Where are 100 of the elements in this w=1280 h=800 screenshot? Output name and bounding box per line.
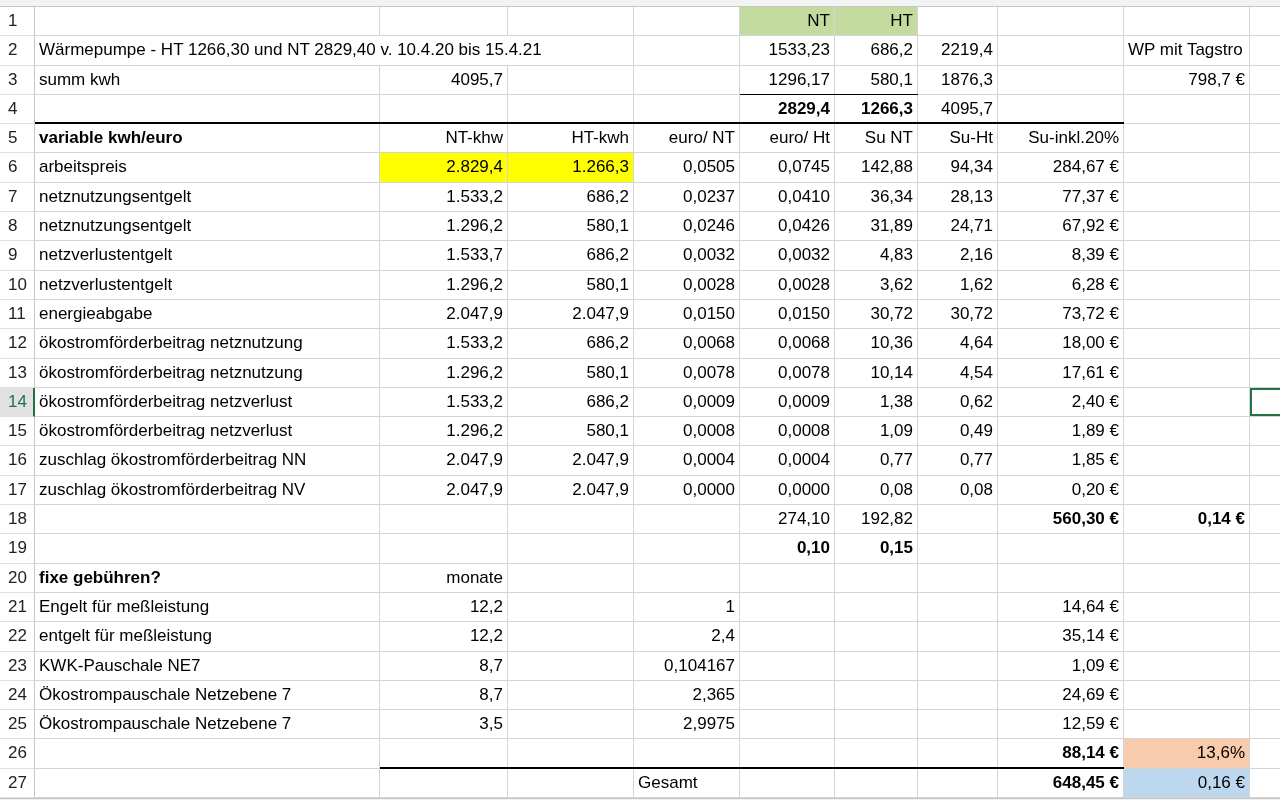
row-number[interactable]: 20 [0,563,35,593]
table-cell-text: 8,7 [478,683,504,706]
table-cell-text: 1.533,2 [445,332,504,355]
table-cell-text: 2.047,9 [445,302,504,325]
table-cell-text: 24,71 [949,215,994,238]
table-cell-text: 0,0410 [777,185,831,208]
table-cell-text: 1,85 € [1070,449,1120,472]
table-cell-text: 30,72 [949,302,994,325]
table-cell-text: 17,61 € [1061,361,1120,384]
table-cell-text: Su-Ht [948,127,994,150]
row-number[interactable]: 10 [0,270,35,300]
row-number[interactable]: 6 [0,153,35,183]
row-number[interactable]: 3 [0,65,35,95]
table-cell: 1.266,3 [508,153,633,182]
table-cell-text: netzverlustentgelt [38,244,174,267]
table-cell-text: KWK-Pauschale NE7 [38,654,202,677]
table-cell-text: 4095,7 [450,68,504,91]
table-cell-text: monate [445,566,504,589]
table-cell-text: 0,0028 [777,273,831,296]
row-number[interactable]: 18 [0,505,35,535]
table-cell-text: ökostromförderbeitrag netznutzung [38,332,304,355]
table-cell-text: entgelt für meßleistung [38,625,213,648]
row-number[interactable]: 7 [0,182,35,213]
table-cell-text: ökostromförderbeitrag netzverlust [38,390,294,413]
table-cell-text: 18,00 € [1061,332,1120,355]
table-cell-text: 0,14 € [1196,508,1246,531]
row-number[interactable]: 11 [0,299,35,330]
table-cell-text: 88,14 € [1061,742,1120,765]
row-number[interactable]: 14 [0,387,35,418]
table-cell-text: 580,1 [585,361,630,384]
table-cell-text: 0,0426 [777,215,831,238]
table-cell-text: 31,89 [869,215,914,238]
table-cell-text: euro/ Ht [768,127,831,150]
row-number[interactable]: 5 [0,124,35,154]
row-number[interactable]: 27 [0,768,35,798]
table-cell-text: fixe gebühren? [38,566,162,589]
row-number[interactable]: 19 [0,534,35,564]
table-cell-text: 4095,7 [940,97,994,120]
table-cell-text: 0,10 [795,537,831,560]
table-cell-text: 0,08 [878,478,914,501]
table-cell-text: 0,20 € [1070,478,1120,501]
table-cell-text: 2.047,9 [445,449,504,472]
table-cell-text: 1.533,2 [445,390,504,413]
table-cell-text: 10,14 [869,361,914,384]
table-cell-text: 0,0004 [682,449,736,472]
table-cell-text: 2,40 € [1070,390,1120,413]
table-cell-text: 686,2 [869,39,914,62]
table-cell-text: zuschlag ökostromförderbeitrag NN [38,449,308,472]
table-cell-text: Ökostrompauschale Netzebene 7 [38,713,293,736]
table-cell-text: 0,0004 [777,449,831,472]
table-cell-text: 12,2 [468,595,504,618]
row-number[interactable]: 12 [0,329,35,359]
row-number[interactable]: 25 [0,710,35,740]
table-cell: 13,6% [1124,739,1249,768]
table-cell-text: ökostromförderbeitrag netzverlust [38,420,294,443]
row-number[interactable]: 23 [0,651,35,681]
table-cell-text: 0,15 [878,537,914,560]
table-cell-text: 0,77 [878,449,914,472]
table-cell-text: WP mit Tagstro [1127,39,1244,62]
table-cell-text: 30,72 [869,302,914,325]
table-cell-text: 0,62 [958,390,994,413]
table-cell-text: 3,5 [478,713,504,736]
table-cell-text: 0,0745 [777,156,831,179]
table-cell-text: 2,9975 [682,713,736,736]
table-cell-text: 0,0009 [777,390,831,413]
table-cell-text: 580,1 [585,273,630,296]
row-number[interactable]: 21 [0,592,35,623]
table-cell-text: 4,54 [958,361,994,384]
table-cell-text: euro/ NT [667,127,736,150]
row-number[interactable]: 17 [0,475,35,506]
row-number[interactable]: 2 [0,36,35,66]
table-cell-text: 192,82 [860,508,914,531]
table-cell-text: 2,365 [691,683,736,706]
row-number[interactable]: 22 [0,622,35,652]
table-cell-text: 1,38 [878,390,914,413]
table-cell-text: 10,36 [869,332,914,355]
table-cell-text: Su-inkl.20% [1027,127,1120,150]
row-number[interactable]: 16 [0,446,35,476]
row-number[interactable]: 13 [0,358,35,388]
row-number[interactable]: 8 [0,212,35,242]
table-cell-text: 0,0505 [682,156,736,179]
table-cell-text: 284,67 € [1051,156,1120,179]
table-cell-text: 4,83 [878,244,914,267]
table-cell-text: 73,72 € [1061,302,1120,325]
table-cell-text: variable kwh/euro [38,127,184,150]
row-number[interactable]: 26 [0,739,35,769]
row-number[interactable]: 1 [0,7,35,37]
row-number[interactable]: 24 [0,680,35,711]
row-number[interactable]: 15 [0,417,35,447]
table-cell-text: zuschlag ökostromförderbeitrag NV [38,478,307,501]
row-number[interactable]: 4 [0,94,35,125]
table-cell-text: 1.296,2 [445,420,504,443]
table-cell: NT [740,7,834,36]
table-cell-text: 0,77 [958,449,994,472]
table-cell-text: 1296,17 [767,68,831,91]
table-cell-text: 0,0150 [777,302,831,325]
row-number[interactable]: 9 [0,241,35,271]
table-cell-text: 67,92 € [1061,215,1120,238]
table-cell-text: arbeitspreis [38,156,128,179]
table-cell-text: 2219,4 [940,39,994,62]
